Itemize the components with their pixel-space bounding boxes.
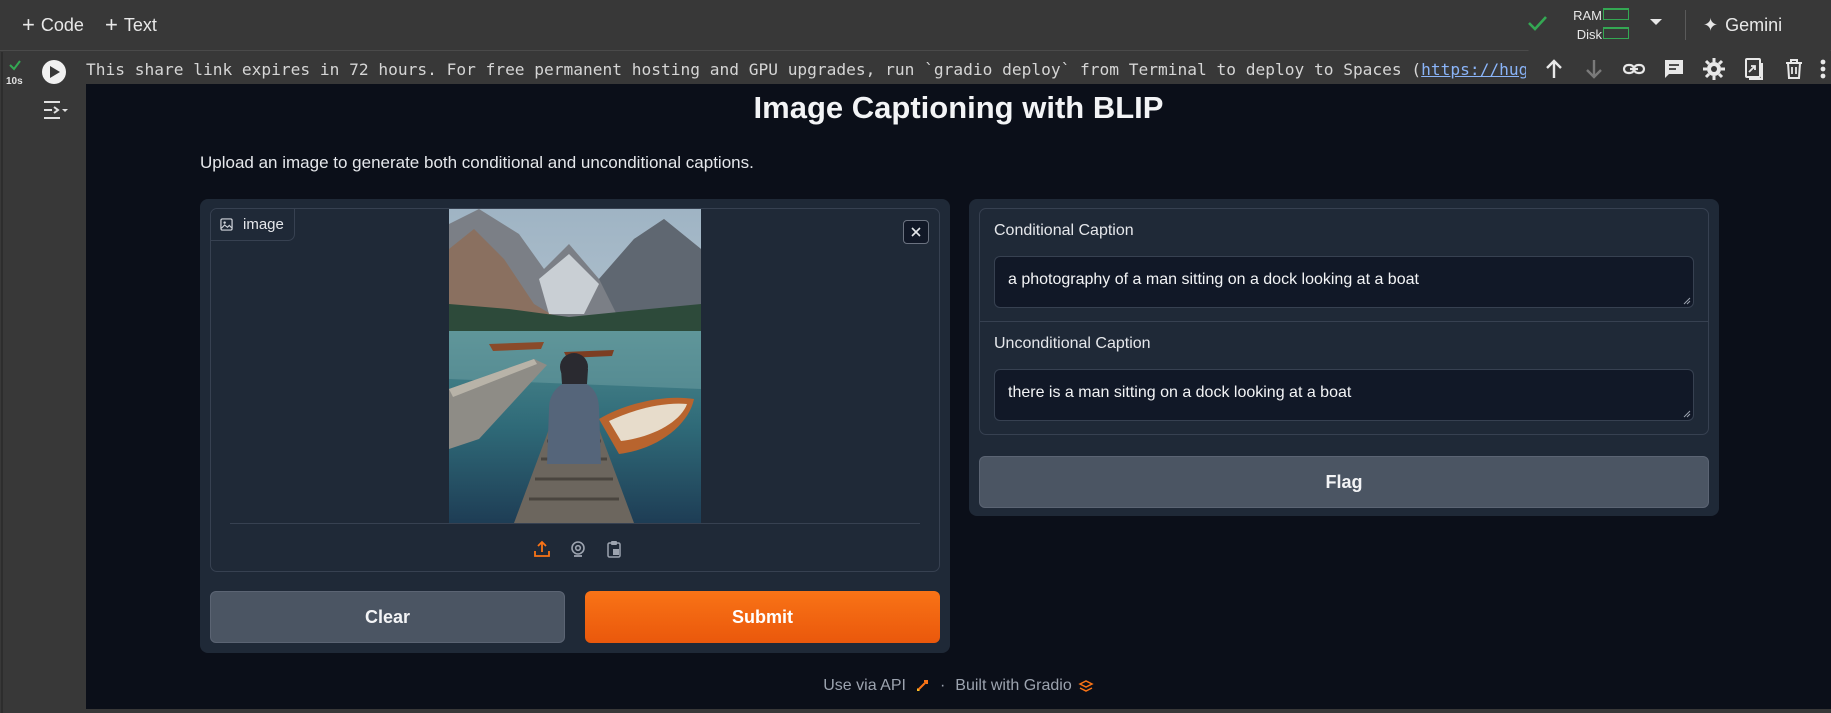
cell-focus-line — [1, 52, 3, 713]
unconditional-caption-textbox[interactable]: there is a man sitting on a dock looking… — [994, 369, 1694, 421]
clipboard-icon — [607, 541, 621, 558]
caret-down-icon[interactable] — [1648, 17, 1664, 27]
image-label-text: image — [243, 216, 284, 233]
gradio-footer: Use via API · Built with Gradio — [86, 677, 1831, 695]
add-text-label: Text — [123, 14, 157, 35]
webcam-source-button[interactable] — [567, 538, 589, 560]
cell-gutter — [0, 52, 86, 713]
captions-block: Conditional Caption a photography of a m… — [979, 208, 1709, 435]
share-link-notice: This share link expires in 72 hours. For… — [86, 60, 1526, 79]
clipboard-source-button[interactable] — [603, 538, 625, 560]
ram-usage-bar — [1603, 8, 1629, 20]
app-title: Image Captioning with BLIP — [753, 90, 1164, 125]
resource-monitor[interactable]: RAM Disk — [1566, 6, 1602, 44]
run-cell-button[interactable] — [42, 60, 66, 84]
input-panel: image Clear Submit — [200, 199, 950, 653]
comment-icon[interactable] — [1662, 57, 1686, 81]
conditional-caption-label: Conditional Caption — [994, 222, 1134, 239]
submit-button[interactable]: Submit — [585, 591, 940, 643]
cell-toolbar — [1528, 50, 1831, 88]
use-via-api-link[interactable]: Use via API — [823, 677, 930, 695]
add-code-button[interactable]: + Code — [22, 12, 84, 38]
add-code-label: Code — [40, 14, 84, 35]
execution-success-icon — [9, 60, 21, 71]
rocket-icon — [916, 680, 928, 691]
remove-image-button[interactable] — [903, 220, 929, 244]
resize-grip-icon[interactable] — [1683, 410, 1691, 418]
plus-icon: + — [105, 12, 118, 37]
conditional-caption-textbox[interactable]: a photography of a man sitting on a dock… — [994, 256, 1694, 308]
upload-source-button[interactable] — [531, 538, 553, 560]
move-up-icon[interactable] — [1542, 57, 1566, 81]
gradio-app: Image Captioning with BLIP Upload an ima… — [86, 84, 1831, 709]
toolbar-divider — [1685, 10, 1686, 40]
mirror-cell-icon[interactable] — [1742, 57, 1766, 81]
image-toolbar-divider — [230, 523, 920, 524]
share-notice-text: This share link expires in 72 hours. For… — [86, 60, 1422, 79]
gemini-label: Gemini — [1725, 14, 1783, 35]
more-options-icon[interactable] — [1818, 57, 1828, 81]
plus-icon: + — [22, 12, 35, 37]
conditional-caption-value: a photography of a man sitting on a dock… — [1008, 271, 1419, 288]
image-icon — [220, 218, 233, 231]
sparkle-icon: ✦ — [1703, 14, 1719, 35]
ram-label: RAM — [1573, 8, 1602, 23]
settings-gear-icon[interactable] — [1702, 57, 1726, 81]
use-via-api-label: Use via API — [823, 677, 906, 694]
close-icon — [911, 227, 921, 237]
share-link[interactable]: https://huggi — [1421, 60, 1526, 79]
caption-divider — [980, 321, 1708, 322]
add-text-button[interactable]: + Text — [105, 12, 157, 38]
move-down-icon[interactable] — [1582, 57, 1606, 81]
flag-button[interactable]: Flag — [979, 456, 1709, 508]
execution-time: 10s — [6, 76, 23, 87]
image-input[interactable]: image — [210, 208, 940, 572]
resize-grip-icon[interactable] — [1683, 297, 1691, 305]
clear-button[interactable]: Clear — [210, 591, 565, 643]
connected-check-icon — [1528, 16, 1547, 31]
uploaded-photo — [449, 209, 701, 523]
link-icon[interactable] — [1622, 57, 1646, 81]
image-source-selector — [531, 538, 625, 560]
built-with-gradio-label: Built with Gradio — [955, 677, 1072, 694]
gradio-logo-icon — [1078, 680, 1094, 692]
delete-trash-icon[interactable] — [1782, 57, 1806, 81]
image-input-label: image — [211, 209, 295, 241]
colab-toolbar: + Code + Text RAM Disk ✦ Gemini — [0, 0, 1831, 51]
gemini-button[interactable]: ✦ Gemini — [1703, 12, 1782, 38]
upload-icon — [534, 540, 550, 557]
footer-separator: · — [939, 677, 946, 694]
built-with-gradio-link[interactable]: Built with Gradio — [955, 677, 1094, 695]
unconditional-caption-value: there is a man sitting on a dock looking… — [1008, 384, 1352, 401]
disk-usage-bar — [1603, 27, 1629, 39]
app-description: Upload an image to generate both conditi… — [200, 153, 754, 172]
webcam-icon — [571, 541, 585, 557]
play-icon — [50, 66, 60, 78]
output-panel: Conditional Caption a photography of a m… — [969, 199, 1719, 516]
unconditional-caption-label: Unconditional Caption — [994, 335, 1151, 352]
output-actions-icon[interactable] — [42, 98, 70, 122]
disk-label: Disk — [1576, 27, 1602, 42]
